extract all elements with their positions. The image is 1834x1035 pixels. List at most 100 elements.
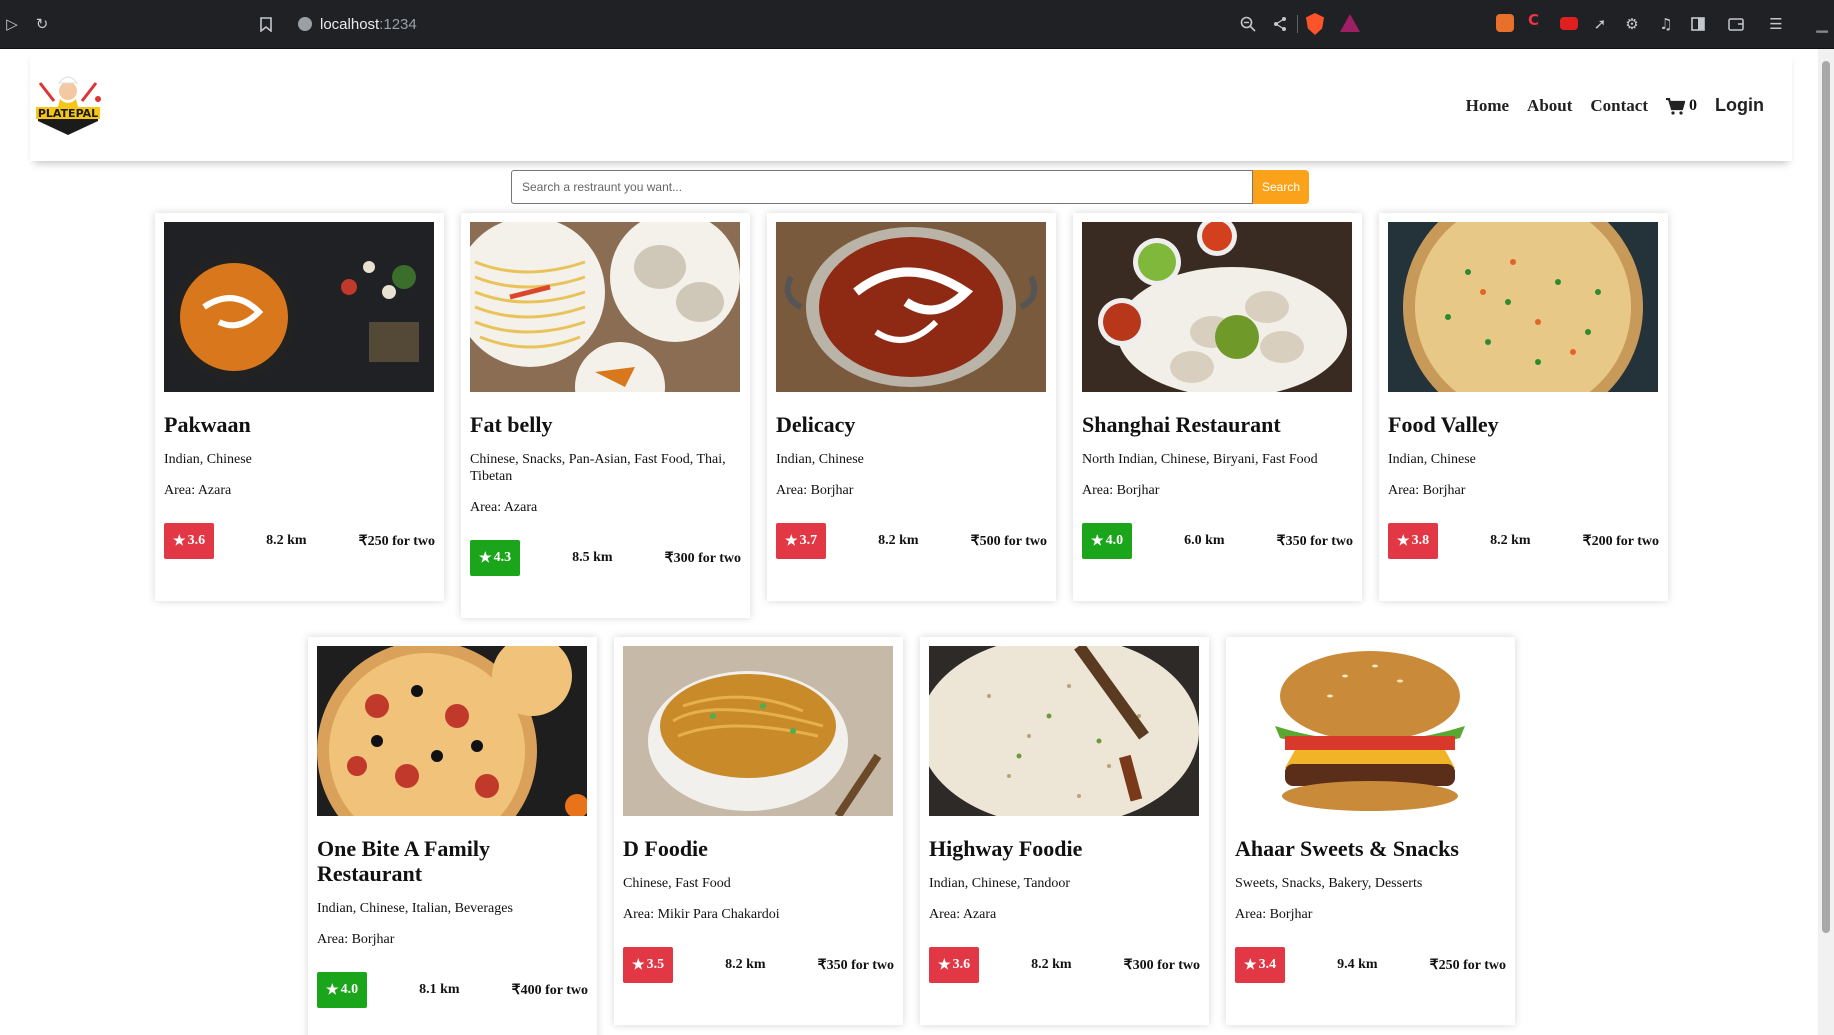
rating-value: 3.5 <box>646 957 665 972</box>
restaurant-image <box>1235 646 1505 816</box>
restaurant-card[interactable]: Fat belly Chinese, Snacks, Pan-Asian, Fas… <box>461 213 750 618</box>
cost-for-two: ₹250 for two <box>1429 957 1506 973</box>
rating-value: 4.0 <box>1105 533 1124 548</box>
reload-icon[interactable]: ↻ <box>30 12 54 36</box>
restaurant-cuisines: Indian, Chinese <box>1388 452 1476 467</box>
restaurant-image <box>1082 222 1352 392</box>
search-button[interactable]: Search <box>1253 170 1309 204</box>
distance: 8.2 km <box>1031 957 1072 972</box>
rating-badge: ★ 3.5 <box>623 947 674 983</box>
cost-for-two: ₹350 for two <box>1276 533 1353 549</box>
nav-about[interactable]: About <box>1527 96 1572 116</box>
scrollbar-thumb[interactable] <box>1822 61 1830 933</box>
rating-value: 4.3 <box>493 550 512 565</box>
distance: 8.2 km <box>878 533 919 548</box>
page-scrollbar[interactable] <box>1818 49 1834 1035</box>
bookmark-icon[interactable] <box>254 12 278 36</box>
media-icon[interactable]: ♫ <box>1654 12 1678 36</box>
cursor-extension-icon[interactable]: ➚ <box>1588 12 1612 36</box>
restaurant-area: Area: Azara <box>470 500 538 515</box>
restaurant-card[interactable]: Food Valley Indian, Chinese Area: Borjhar ★… <box>1379 213 1668 601</box>
toolbar-divider <box>1297 15 1298 33</box>
c-extension-icon[interactable]: C <box>1528 11 1546 29</box>
restaurant-area: Area: Borjhar <box>1388 483 1466 498</box>
sidebar-icon[interactable] <box>1686 12 1710 36</box>
restaurant-name: Fat belly <box>470 412 553 437</box>
share-icon[interactable] <box>1268 12 1292 36</box>
rating-badge: ★ 4.3 <box>470 540 521 576</box>
address-bar[interactable]: localhost:1234 <box>298 12 417 36</box>
youtube-extension-icon[interactable] <box>1560 17 1578 30</box>
menu-icon[interactable]: ☰ <box>1764 12 1788 36</box>
cost-for-two: ₹350 for two <box>817 957 894 973</box>
restaurant-card[interactable]: D Foodie Chinese, Fast Food Area: Mikir Pa… <box>614 637 903 1025</box>
restaurant-image <box>470 222 740 392</box>
search-input[interactable] <box>511 170 1253 204</box>
cost-for-two: ₹400 for two <box>511 982 588 998</box>
restaurant-cuisines: Chinese, Snacks, Pan-Asian, Fast Food, T… <box>470 452 726 484</box>
zoom-icon[interactable] <box>1236 12 1260 36</box>
rating-badge: ★ 4.0 <box>317 972 368 1008</box>
restaurant-stats: ★ 3.6 8.2 km ₹250 for two <box>164 523 435 559</box>
cost-for-two: ₹300 for two <box>664 550 741 566</box>
restaurant-stats: ★ 3.5 8.2 km ₹350 for two <box>623 947 894 983</box>
chrome-edge-icon: ▁ <box>1816 15 1828 33</box>
restaurant-area: Area: Borjhar <box>1082 483 1160 498</box>
restaurant-name: Pakwaan <box>164 412 251 437</box>
url-host: localhost <box>320 15 380 33</box>
distance: 8.2 km <box>266 533 307 548</box>
site-info-icon[interactable] <box>298 17 312 31</box>
fox-extension-icon[interactable] <box>1496 14 1514 32</box>
rating-value: 3.7 <box>799 533 818 548</box>
rating-value: 3.4 <box>1258 957 1277 972</box>
restaurant-cuisines: Sweets, Snacks, Bakery, Desserts <box>1235 876 1423 891</box>
rating-badge: ★ 4.0 <box>1082 523 1133 559</box>
restaurant-image <box>164 222 434 392</box>
restaurant-image <box>929 646 1199 816</box>
restaurant-card[interactable]: Pakwaan Indian, Chinese Area: Azara ★ 3.6 8.2… <box>155 213 444 601</box>
logo-text: PLATEPAL <box>38 107 98 120</box>
cost-for-two: ₹300 for two <box>1123 957 1200 973</box>
restaurant-image <box>623 646 893 816</box>
restaurant-stats: ★ 3.4 9.4 km ₹250 for two <box>1235 947 1506 983</box>
restaurant-stats: ★ 4.0 8.1 km ₹400 for two <box>317 972 588 1008</box>
restaurant-cuisines: Indian, Chinese <box>776 452 864 467</box>
brave-rewards-icon[interactable] <box>1340 14 1360 32</box>
restaurant-area: Area: Borjhar <box>1235 907 1313 922</box>
sidebar-toggle-icon[interactable]: ▷ <box>0 12 24 36</box>
rating-value: 3.6 <box>187 533 206 548</box>
cost-for-two: ₹200 for two <box>1582 533 1659 549</box>
restaurant-card[interactable]: Ahaar Sweets & Snacks Sweets, Snacks, Bak… <box>1226 637 1515 1025</box>
nav-contact[interactable]: Contact <box>1590 96 1648 116</box>
restaurant-card[interactable]: Shanghai Restaurant North Indian, Chinese… <box>1073 213 1362 601</box>
cart-button[interactable]: 0 <box>1666 97 1697 115</box>
restaurant-area: Area: Borjhar <box>776 483 854 498</box>
platepal-logo[interactable]: PLATEPAL <box>32 73 104 139</box>
star-icon: ★ <box>1091 533 1104 549</box>
star-icon: ★ <box>173 533 186 549</box>
distance: 8.1 km <box>419 982 460 997</box>
distance: 6.0 km <box>1184 533 1225 548</box>
star-icon: ★ <box>1244 957 1257 973</box>
brave-shields-icon[interactable] <box>1306 13 1324 35</box>
rating-value: 3.8 <box>1411 533 1430 548</box>
cost-for-two: ₹250 for two <box>358 533 435 549</box>
star-icon: ★ <box>938 957 951 973</box>
nav-home[interactable]: Home <box>1466 96 1509 116</box>
restaurant-card[interactable]: Highway Foodie Indian, Chinese, Tandoor Ar… <box>920 637 1209 1025</box>
restaurant-area: Area: Azara <box>164 483 232 498</box>
page: PLATEPAL Home About Contact 0 Login Sear… <box>0 49 1818 1035</box>
distance: 8.2 km <box>725 957 766 972</box>
wallet-icon[interactable] <box>1724 12 1748 36</box>
restaurant-stats: ★ 4.3 8.5 km ₹300 for two <box>470 540 741 576</box>
restaurant-name: Highway Foodie <box>929 836 1083 861</box>
restaurant-card[interactable]: Delicacy Indian, Chinese Area: Borjhar ★ 3.7… <box>767 213 1056 601</box>
extensions-puzzle-icon[interactable]: ⚙ <box>1620 12 1644 36</box>
login-button[interactable]: Login <box>1715 95 1764 116</box>
restaurant-stats: ★ 3.6 8.2 km ₹300 for two <box>929 947 1200 983</box>
restaurant-stats: ★ 4.0 6.0 km ₹350 for two <box>1082 523 1353 559</box>
cart-icon <box>1666 97 1686 115</box>
restaurant-name: Delicacy <box>776 412 856 437</box>
restaurant-card[interactable]: One Bite A Family Restaurant Indian, Chin… <box>308 637 597 1035</box>
restaurant-image <box>776 222 1046 392</box>
